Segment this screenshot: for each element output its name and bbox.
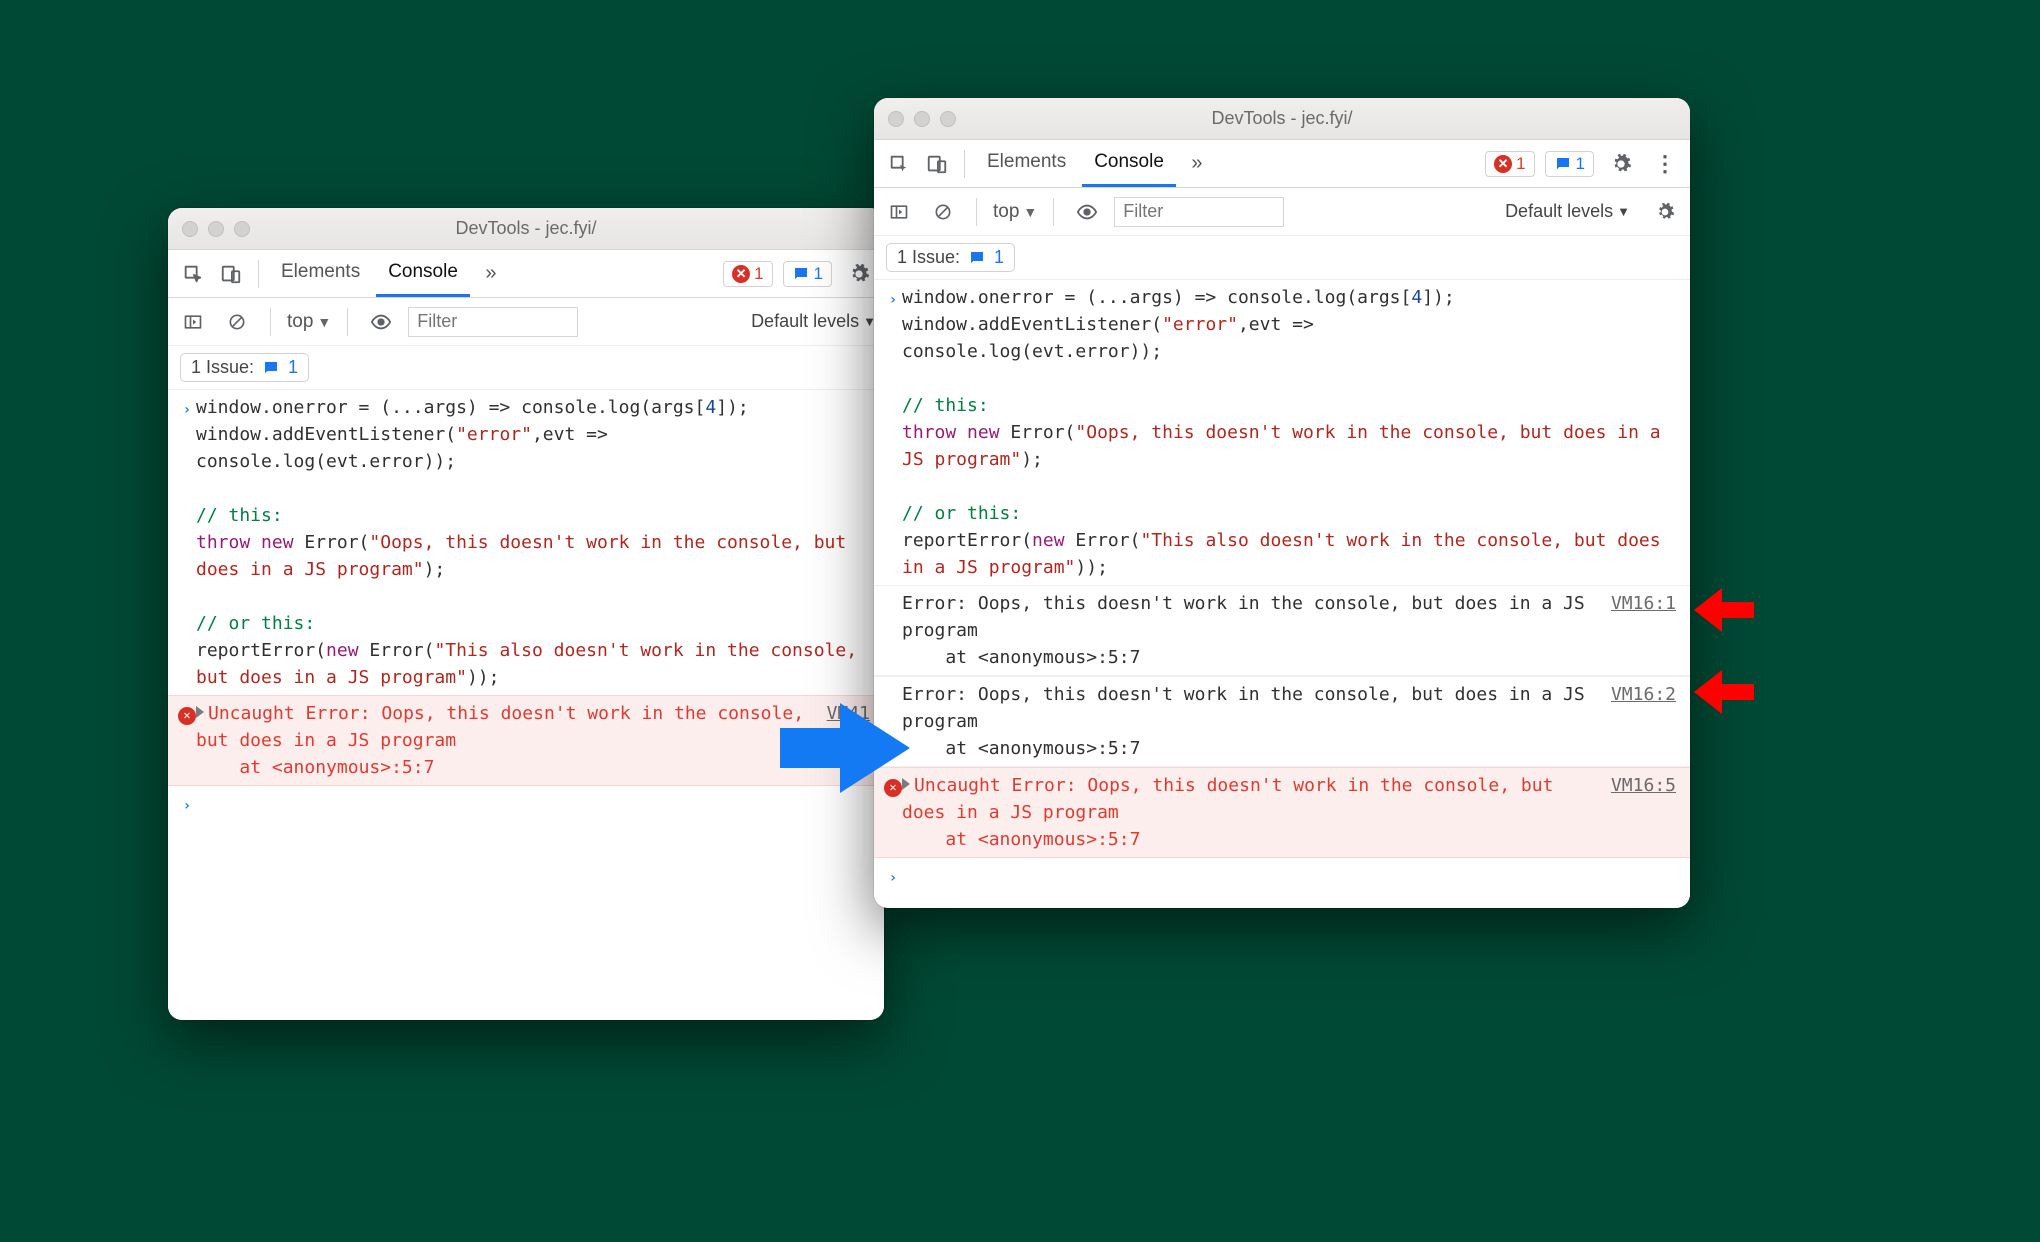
issue-badge[interactable]: 1 [1545,151,1594,177]
tabs-overflow-icon[interactable]: » [1180,147,1214,181]
source-link[interactable]: VM16:5 [1599,772,1676,853]
source-link[interactable]: VM16:1 [1599,590,1676,671]
filter-input[interactable] [1114,197,1284,227]
blue-arrow-icon [780,698,910,798]
prompt-icon: › [884,862,902,892]
console-input-entry: › window.onerror = (...args) => console.… [874,280,1690,585]
issues-pill[interactable]: 1 Issue: 1 [180,353,309,382]
issues-label: 1 Issue: [191,357,254,378]
devtools-window-left: DevTools - jec.fyi/ Elements Console » ✕… [168,208,884,1020]
tab-console[interactable]: Console [376,250,470,297]
issues-pill[interactable]: 1 Issue: 1 [886,243,1015,272]
gear-icon[interactable] [1648,195,1682,229]
console-error[interactable]: ✕ Uncaught Error: Oops, this doesn't wor… [874,767,1690,858]
tab-elements[interactable]: Elements [269,250,372,297]
titlebar: DevTools - jec.fyi/ [874,98,1690,140]
inspect-icon[interactable] [176,257,210,291]
sidebar-toggle-icon[interactable] [882,195,916,229]
levels-selector[interactable]: Default levels ▼ [751,311,876,332]
expand-arrow-icon[interactable] [196,706,204,718]
divider [347,308,348,336]
zoom-dot[interactable] [234,221,250,237]
error-icon: ✕ [178,700,196,781]
sidebar-toggle-icon[interactable] [176,305,210,339]
error-text: Uncaught Error: Oops, this doesn't work … [902,775,1564,823]
log-stack: at <anonymous>:5:7 [902,738,1140,759]
prompt-icon: › [178,394,196,691]
zoom-dot[interactable] [940,111,956,127]
issues-count: 1 [288,357,298,378]
gear-icon[interactable] [842,257,876,291]
issue-count-top: 1 [1576,154,1585,174]
titlebar: DevTools - jec.fyi/ [168,208,884,250]
red-arrow-icon [1694,588,1754,632]
clear-icon[interactable] [220,305,254,339]
traffic-lights [888,111,956,127]
live-expression-icon[interactable] [364,305,398,339]
error-badge[interactable]: ✕1 [1485,151,1534,177]
kebab-icon[interactable]: ⋮ [1648,147,1682,181]
issue-count-top: 1 [814,264,823,284]
log-text: Error: Oops, this doesn't work in the co… [902,684,1596,732]
console-body: › window.onerror = (...args) => console.… [874,280,1690,908]
console-prompt[interactable]: › [168,786,884,824]
red-arrow-icon [1694,670,1754,714]
levels-selector[interactable]: Default levels ▼ [1505,201,1630,222]
code-block: window.onerror = (...args) => console.lo… [196,394,870,691]
device-toggle-icon[interactable] [920,147,954,181]
code-block: window.onerror = (...args) => console.lo… [902,284,1676,581]
console-toolbar: top ▼ Default levels ▼ [168,298,884,346]
filter-input[interactable] [408,307,578,337]
issues-count: 1 [994,247,1004,268]
close-dot[interactable] [888,111,904,127]
log-text: Error: Oops, this doesn't work in the co… [902,593,1596,641]
divider [1053,198,1054,226]
close-dot[interactable] [182,221,198,237]
tabs-overflow-icon[interactable]: » [474,257,508,291]
divider [270,308,271,336]
gear-icon[interactable] [1604,147,1638,181]
error-stack: at <anonymous>:5:7 [196,757,434,778]
prompt-icon: › [178,790,196,820]
console-error[interactable]: ✕ Uncaught Error: Oops, this doesn't wor… [168,695,884,786]
inspect-icon[interactable] [882,147,916,181]
divider [258,260,259,288]
error-stack: at <anonymous>:5:7 [902,829,1140,850]
console-body: › window.onerror = (...args) => console.… [168,390,884,1020]
console-input-entry: › window.onerror = (...args) => console.… [168,390,884,695]
source-link[interactable]: VM16:2 [1599,681,1676,762]
clear-icon[interactable] [926,195,960,229]
traffic-lights [182,221,250,237]
context-selector[interactable]: top ▼ [993,201,1037,223]
tabbar: Elements Console » ✕1 1 ⋮ [874,140,1690,188]
log-stack: at <anonymous>:5:7 [902,647,1140,668]
device-toggle-icon[interactable] [214,257,248,291]
minimize-dot[interactable] [208,221,224,237]
tabbar: Elements Console » ✕1 1 [168,250,884,298]
error-badge[interactable]: ✕1 [723,261,772,287]
divider [964,150,965,178]
issues-bar: 1 Issue: 1 [168,346,884,390]
error-count: 1 [754,264,763,284]
window-title: DevTools - jec.fyi/ [874,108,1690,129]
context-selector[interactable]: top ▼ [287,311,331,333]
window-title: DevTools - jec.fyi/ [168,218,884,239]
tab-console[interactable]: Console [1082,140,1176,187]
console-log[interactable]: Error: Oops, this doesn't work in the co… [874,585,1690,676]
issue-badge[interactable]: 1 [783,261,832,287]
error-text: Uncaught Error: Oops, this doesn't work … [196,703,815,751]
tab-elements[interactable]: Elements [975,140,1078,187]
live-expression-icon[interactable] [1070,195,1104,229]
devtools-window-right: DevTools - jec.fyi/ Elements Console » ✕… [874,98,1690,908]
issues-label: 1 Issue: [897,247,960,268]
minimize-dot[interactable] [914,111,930,127]
error-count: 1 [1516,154,1525,174]
console-prompt[interactable]: › [874,858,1690,896]
prompt-icon: › [884,284,902,581]
issues-bar: 1 Issue: 1 [874,236,1690,280]
console-log[interactable]: Error: Oops, this doesn't work in the co… [874,676,1690,767]
divider [976,198,977,226]
console-toolbar: top ▼ Default levels ▼ [874,188,1690,236]
